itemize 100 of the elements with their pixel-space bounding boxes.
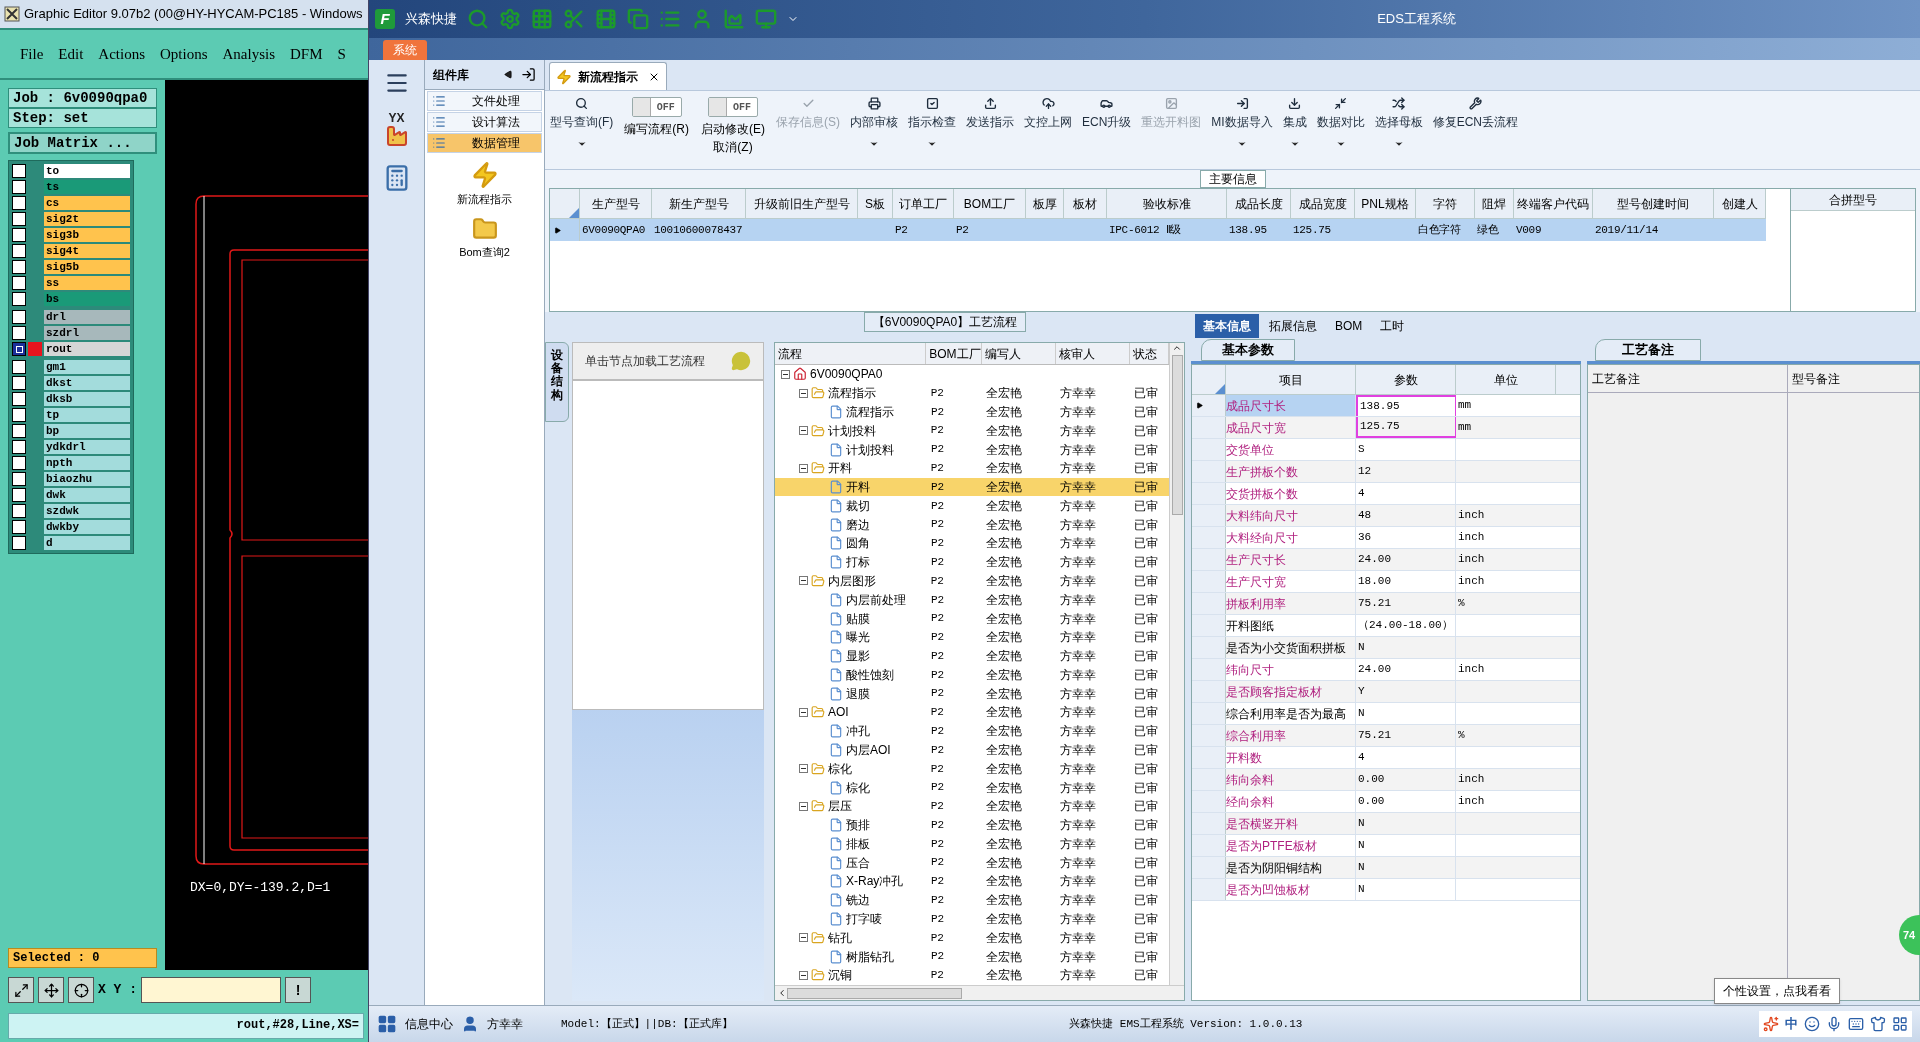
- tree-row[interactable]: 计划投料 P2 全宏艳 方幸幸 已审: [775, 440, 1169, 459]
- component-item[interactable]: 文件处理: [427, 91, 542, 111]
- tree-row[interactable]: 磨边 P2 全宏艳 方幸幸 已审: [775, 515, 1169, 535]
- param-row[interactable]: 生产拼板个数 12: [1192, 461, 1580, 483]
- layer-checkbox[interactable]: [12, 440, 26, 454]
- column-header[interactable]: 订单工厂: [893, 189, 954, 218]
- param-row[interactable]: 开料数 4: [1192, 747, 1580, 769]
- toggle-switch[interactable]: OFF: [631, 97, 682, 117]
- expander-icon[interactable]: [799, 764, 808, 774]
- tree-row[interactable]: 棕化 P2 全宏艳 方幸幸 已审: [775, 778, 1169, 797]
- layer-item[interactable]: npth: [44, 456, 130, 470]
- layer-item[interactable]: sig4t: [44, 244, 130, 258]
- component-item[interactable]: 数据管理: [427, 133, 542, 153]
- tree-row[interactable]: 树脂钻孔 P2 全宏艳 方幸幸 已审: [775, 947, 1169, 966]
- param-row[interactable]: 是否横竖开料 N: [1192, 813, 1580, 835]
- column-header[interactable]: BOM工厂: [954, 189, 1026, 218]
- layer-item[interactable]: gm1: [44, 360, 130, 374]
- layer-checkbox[interactable]: [12, 504, 26, 518]
- caret-icon[interactable]: [1393, 139, 1404, 149]
- column-header[interactable]: 阻焊: [1475, 189, 1514, 218]
- info-center-link[interactable]: 信息中心: [405, 1015, 453, 1033]
- layer-checkbox[interactable]: [12, 424, 26, 438]
- column-header[interactable]: 状态: [1129, 343, 1169, 364]
- param-value[interactable]: （24.00-18.00）: [1356, 615, 1456, 636]
- resize-icon[interactable]: [8, 977, 34, 1003]
- menu-item[interactable]: Options: [160, 42, 208, 66]
- param-value[interactable]: N: [1356, 857, 1456, 878]
- layer-checkbox[interactable]: [12, 228, 26, 242]
- column-header[interactable]: 核审人: [1055, 343, 1130, 364]
- toolbar-button[interactable]: MI数据导入: [1211, 97, 1273, 131]
- param-value[interactable]: 0.00: [1356, 791, 1456, 812]
- keyboard-icon[interactable]: [1848, 1016, 1864, 1032]
- layer-item[interactable]: bp: [44, 424, 130, 438]
- tree-row[interactable]: 压合 P2 全宏艳 方幸幸 已审: [775, 853, 1169, 873]
- tree-row[interactable]: 内层图形 P2 全宏艳 方幸幸 已审: [775, 571, 1169, 591]
- toolbar-button[interactable]: 指示检查: [908, 97, 956, 131]
- column-header[interactable]: BOM工厂: [926, 343, 983, 364]
- layer-item[interactable]: sig2t: [44, 212, 130, 226]
- param-row[interactable]: 综合利用率是否为最高 N: [1192, 703, 1580, 725]
- param-value[interactable]: 75.21: [1356, 725, 1456, 746]
- ime-indicator[interactable]: 中: [1785, 1014, 1798, 1034]
- param-row[interactable]: 交货拼板个数 4: [1192, 483, 1580, 505]
- tree-row[interactable]: 打标 P2 全宏艳 方幸幸 已审: [775, 552, 1169, 572]
- layer-item[interactable]: dwkby: [44, 520, 130, 534]
- tree-row[interactable]: 裁切 P2 全宏艳 方幸幸 已审: [775, 496, 1169, 516]
- layer-checkbox[interactable]: [12, 212, 26, 226]
- menu-item[interactable]: Edit: [58, 42, 84, 66]
- scrollbar[interactable]: [1169, 343, 1184, 985]
- param-row[interactable]: 拼板利用率 75.21 %: [1192, 593, 1580, 615]
- tab[interactable]: 拓展信息: [1261, 314, 1325, 338]
- menu-item[interactable]: File: [20, 42, 44, 66]
- tab[interactable]: 基本信息: [1195, 314, 1259, 338]
- layer-item[interactable]: cs: [44, 196, 130, 210]
- caret-icon[interactable]: [1237, 139, 1247, 149]
- layer-checkbox[interactable]: [12, 488, 26, 502]
- layer-item[interactable]: sig3b: [44, 228, 130, 242]
- column-header[interactable]: 板材: [1064, 189, 1107, 218]
- tree-row[interactable]: 开料 P2 全宏艳 方幸幸 已审: [775, 458, 1169, 478]
- expander-icon[interactable]: [799, 801, 808, 811]
- expander-icon[interactable]: [799, 970, 808, 980]
- tree-row[interactable]: 6V0090QPA0: [775, 365, 1169, 384]
- column-header[interactable]: 型号备注: [1788, 365, 1919, 393]
- param-row[interactable]: 经向余料 0.00 inch: [1192, 791, 1580, 813]
- scroll-left-icon[interactable]: [777, 988, 787, 998]
- param-row[interactable]: 大料经向尺寸 36 inch: [1192, 527, 1580, 549]
- param-value[interactable]: N: [1356, 879, 1456, 900]
- param-value[interactable]: 4: [1356, 747, 1456, 768]
- expander-icon[interactable]: [799, 576, 808, 586]
- caret-icon[interactable]: [1289, 139, 1300, 149]
- column-header[interactable]: 编写人: [982, 343, 1056, 364]
- param-row[interactable]: 是否为PTFE板材 N: [1192, 835, 1580, 857]
- column-header[interactable]: 升级前旧生产型号: [746, 189, 858, 218]
- tree-row[interactable]: X-Ray冲孔 P2 全宏艳 方幸幸 已审: [775, 872, 1169, 891]
- column-header[interactable]: 字符: [1416, 189, 1475, 218]
- layer-checkbox[interactable]: [12, 260, 26, 274]
- microphone-icon[interactable]: [1826, 1016, 1842, 1032]
- measure-icon[interactable]: [38, 977, 64, 1003]
- layer-checkbox[interactable]: [12, 472, 26, 486]
- column-header[interactable]: 生产型号: [580, 189, 652, 218]
- layer-checkbox[interactable]: [12, 196, 26, 210]
- tree-row[interactable]: 酸性蚀刻 P2 全宏艳 方幸幸 已审: [775, 665, 1169, 685]
- caret-icon[interactable]: [927, 139, 937, 149]
- tree-row[interactable]: 开料 P2 全宏艳 方幸幸 已审: [775, 477, 1169, 497]
- column-header[interactable]: 工艺备注: [1588, 365, 1787, 393]
- param-value[interactable]: 75.21: [1356, 593, 1456, 614]
- tree-row[interactable]: 流程指示 P2 全宏艳 方幸幸 已审: [775, 402, 1169, 422]
- tree-row[interactable]: AOI P2 全宏艳 方幸幸 已审: [775, 703, 1169, 722]
- tree-row[interactable]: 层压 P2 全宏艳 方幸幸 已审: [775, 796, 1169, 816]
- column-header[interactable]: PNL规格: [1355, 189, 1416, 218]
- layer-checkbox[interactable]: [12, 342, 26, 356]
- tree-row[interactable]: 退膜 P2 全宏艳 方幸幸 已审: [775, 684, 1169, 704]
- tree-row[interactable]: 棕化 P2 全宏艳 方幸幸 已审: [775, 759, 1169, 779]
- warning-button[interactable]: !: [285, 977, 311, 1003]
- column-header[interactable]: S板: [858, 189, 893, 218]
- expander-icon[interactable]: [799, 388, 808, 398]
- tree-row[interactable]: 沉铜 P2 全宏艳 方幸幸 已审: [775, 966, 1169, 985]
- param-value[interactable]: 24.00: [1356, 659, 1456, 680]
- tree-row[interactable]: 铣边 P2 全宏艳 方幸幸 已审: [775, 890, 1169, 910]
- column-header[interactable]: 项目: [1226, 365, 1356, 394]
- param-row[interactable]: 是否为小交货面积拼板 N: [1192, 637, 1580, 659]
